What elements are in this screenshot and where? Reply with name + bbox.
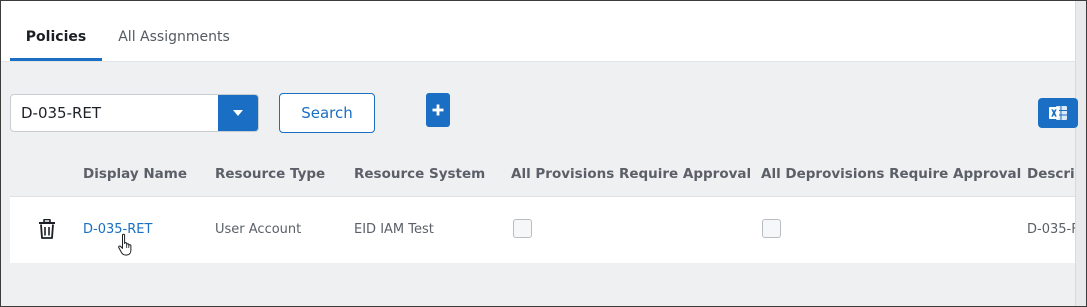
policy-select-value: D-035-RET [21,104,102,122]
trash-icon[interactable] [38,219,56,239]
excel-icon [1049,106,1067,120]
search-button[interactable]: Search [279,93,375,133]
tab-bar: Policies All Assignments [1,1,1075,62]
policies-panel: Policies All Assignments D-035-RET Searc… [0,0,1087,307]
select-dropdown-button[interactable] [218,95,258,131]
tab-policies[interactable]: Policies [10,1,102,61]
table-row: D-035-RET User Account EID IAM Test D-03… [10,197,1075,263]
column-header-description[interactable]: Descrip [1027,153,1075,196]
column-header-display-name[interactable]: Display Name [83,153,187,196]
chevron-down-icon [233,110,243,116]
export-excel-button[interactable] [1038,98,1078,128]
table-header: Display Name Resource Type Resource Syst… [10,153,1075,197]
tab-all-assignments[interactable]: All Assignments [110,1,238,61]
description-cell: D-035-F [1027,222,1075,237]
vertical-scrollbar[interactable] [1075,1,1086,306]
tab-all-assignments-label: All Assignments [118,29,230,45]
resource-system-cell: EID IAM Test [354,222,434,237]
policy-select[interactable]: D-035-RET [10,94,259,132]
deprovisions-approval-checkbox[interactable] [762,219,781,238]
column-header-provisions-approval[interactable]: All Provisions Require Approval [511,153,751,196]
plus-icon [432,104,444,116]
hand-cursor-icon [118,233,132,256]
active-tab-indicator [10,58,102,61]
provisions-approval-checkbox[interactable] [513,219,532,238]
tab-policies-label: Policies [25,29,87,45]
policies-table: Display Name Resource Type Resource Syst… [10,153,1075,263]
column-header-resource-system[interactable]: Resource System [354,153,485,196]
column-header-deprovisions-approval[interactable]: All Deprovisions Require Approval [761,153,1021,196]
column-header-resource-type[interactable]: Resource Type [215,153,325,196]
add-policy-button[interactable] [426,93,450,127]
resource-type-cell: User Account [215,222,302,237]
